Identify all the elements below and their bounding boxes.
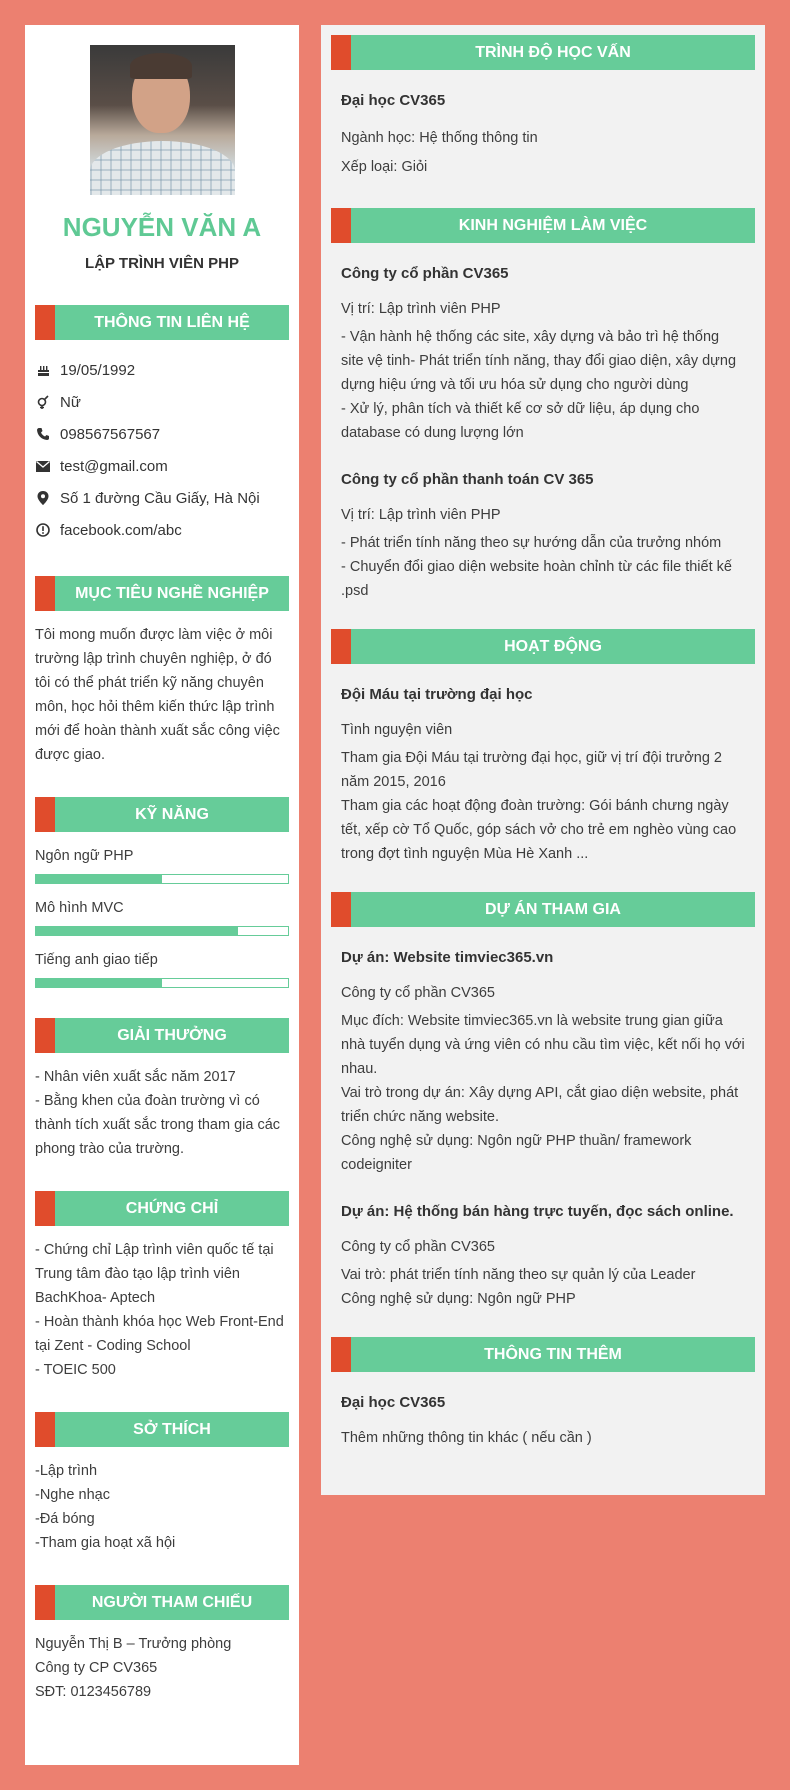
references-heading: NGƯỜI THAM CHIẾU	[35, 1585, 289, 1620]
skill-item: Mô hình MVC	[35, 898, 289, 936]
gender-icon	[36, 395, 50, 409]
skill-item: Tiếng anh giao tiếp	[35, 950, 289, 988]
skill-bar	[35, 874, 289, 884]
activity-role: Tình nguyện viên	[341, 722, 453, 738]
left-column: NGUYỄN VĂN A LẬP TRÌNH VIÊN PHP THÔNG TI…	[25, 25, 299, 1765]
contact-birthday: 19/05/1992	[35, 354, 289, 386]
certificates-text: - Chứng chỉ Lập trình viên quốc tế tại T…	[35, 1242, 284, 1378]
candidate-name: NGUYỄN VĂN A	[62, 212, 262, 242]
experience-company: Công ty cổ phần CV365	[341, 265, 509, 282]
objective-heading: MỤC TIÊU NGHỀ NGHIỆP	[35, 576, 289, 611]
education-details: Ngành học: Hệ thống thông tin Xếp loại: …	[341, 130, 538, 175]
location-pin-icon	[36, 491, 50, 505]
project-company: Công ty cổ phần CV365	[341, 1239, 495, 1255]
education-school: Đại học CV365	[341, 92, 446, 109]
extra-heading: THÔNG TIN THÊM	[331, 1337, 755, 1372]
skill-bar	[35, 926, 289, 936]
email-icon	[36, 459, 50, 473]
activity-title: Đội Máu tại trường đại học	[341, 686, 533, 703]
activity-description: Tham gia Đội Máu tại trường đại học, giữ…	[341, 750, 737, 862]
birthday-cake-icon	[36, 363, 50, 377]
project-item: Dự án: Website timviec365.vn Công ty cổ …	[331, 947, 755, 1177]
objective-text: Tôi mong muốn được làm việc ở môi trường…	[35, 627, 280, 763]
contact-list: 19/05/1992 Nữ 098567567567 test@gmail.co…	[35, 354, 289, 546]
experience-section: KINH NGHIỆM LÀM VIỆC Công ty cổ phần CV3…	[331, 208, 755, 603]
experience-heading: KINH NGHIỆM LÀM VIỆC	[331, 208, 755, 243]
hobbies-heading: SỞ THÍCH	[35, 1412, 289, 1447]
contact-address: Số 1 đường Cầu Giấy, Hà Nội	[35, 482, 289, 514]
info-icon	[36, 523, 50, 537]
project-item: Dự án: Hệ thống bán hàng trực tuyến, đọc…	[331, 1201, 755, 1311]
skill-bar	[35, 978, 289, 988]
experience-description: - Vận hành hệ thống các site, xây dựng v…	[341, 329, 737, 441]
contact-facebook: facebook.com/abc	[35, 514, 289, 546]
projects-section: DỰ ÁN THAM GIA Dự án: Website timviec365…	[331, 892, 755, 1311]
certificates-heading: CHỨNG CHỈ	[35, 1191, 289, 1226]
extra-section: THÔNG TIN THÊM Đại học CV365 Thêm những …	[331, 1337, 755, 1448]
project-description: Mục đích: Website timviec365.vn là websi…	[341, 1013, 745, 1173]
contact-facebook-value: facebook.com/abc	[60, 521, 182, 539]
skill-name: Tiếng anh giao tiếp	[35, 952, 158, 968]
extra-text: Thêm những thông tin khác ( nếu cần )	[341, 1430, 592, 1446]
right-column: TRÌNH ĐỘ HỌC VẤN Đại học CV365 Ngành học…	[321, 25, 765, 1495]
education-section: TRÌNH ĐỘ HỌC VẤN Đại học CV365 Ngành học…	[331, 35, 755, 182]
contact-address-value: Số 1 đường Cầu Giấy, Hà Nội	[60, 489, 260, 507]
awards-text: - Nhân viên xuất sắc năm 2017 - Bằng khe…	[35, 1069, 281, 1157]
experience-item: Công ty cổ phần thanh toán CV 365 Vị trí…	[331, 469, 755, 603]
activities-section: HOẠT ĐỘNG Đội Máu tại trường đại học Tìn…	[331, 629, 755, 866]
references-text: Nguyễn Thị B – Trưởng phòng Công ty CP C…	[35, 1636, 232, 1700]
contact-gender-value: Nữ	[60, 393, 81, 411]
experience-position: Vị trí: Lập trình viên PHP	[341, 507, 501, 523]
extra-title: Đại học CV365	[341, 1394, 446, 1411]
project-title: Dự án: Website timviec365.vn	[341, 949, 554, 966]
experience-description: - Phát triển tính năng theo sự hướng dẫn…	[341, 535, 732, 599]
skill-name: Mô hình MVC	[35, 900, 124, 916]
project-description: Vai trò: phát triển tính năng theo sự qu…	[341, 1267, 696, 1307]
hobbies-text: -Lập trình -Nghe nhạc -Đá bóng -Tham gia…	[35, 1463, 176, 1551]
contact-email: test@gmail.com	[35, 450, 289, 482]
skills-heading: KỸ NĂNG	[35, 797, 289, 832]
phone-icon	[36, 427, 50, 441]
skill-name: Ngôn ngữ PHP	[35, 848, 134, 864]
experience-item: Công ty cổ phần CV365 Vị trí: Lập trình …	[331, 263, 755, 445]
skill-item: Ngôn ngữ PHP	[35, 846, 289, 884]
contact-phone-value: 098567567567	[60, 425, 161, 443]
job-title: LẬP TRÌNH VIÊN PHP	[85, 255, 239, 272]
education-heading: TRÌNH ĐỘ HỌC VẤN	[331, 35, 755, 70]
contact-email-value: test@gmail.com	[60, 457, 168, 475]
projects-heading: DỰ ÁN THAM GIA	[331, 892, 755, 927]
project-title: Dự án: Hệ thống bán hàng trực tuyến, đọc…	[341, 1203, 734, 1220]
experience-company: Công ty cổ phần thanh toán CV 365	[341, 471, 594, 488]
contact-phone: 098567567567	[35, 418, 289, 450]
activities-heading: HOẠT ĐỘNG	[331, 629, 755, 664]
experience-position: Vị trí: Lập trình viên PHP	[341, 301, 501, 317]
contact-birthday-value: 19/05/1992	[60, 361, 136, 379]
profile-photo	[89, 45, 235, 195]
contact-gender: Nữ	[35, 386, 289, 418]
contact-heading: THÔNG TIN LIÊN HỆ	[35, 305, 289, 340]
project-company: Công ty cổ phần CV365	[341, 985, 495, 1001]
awards-heading: GIẢI THƯỞNG	[35, 1018, 289, 1053]
